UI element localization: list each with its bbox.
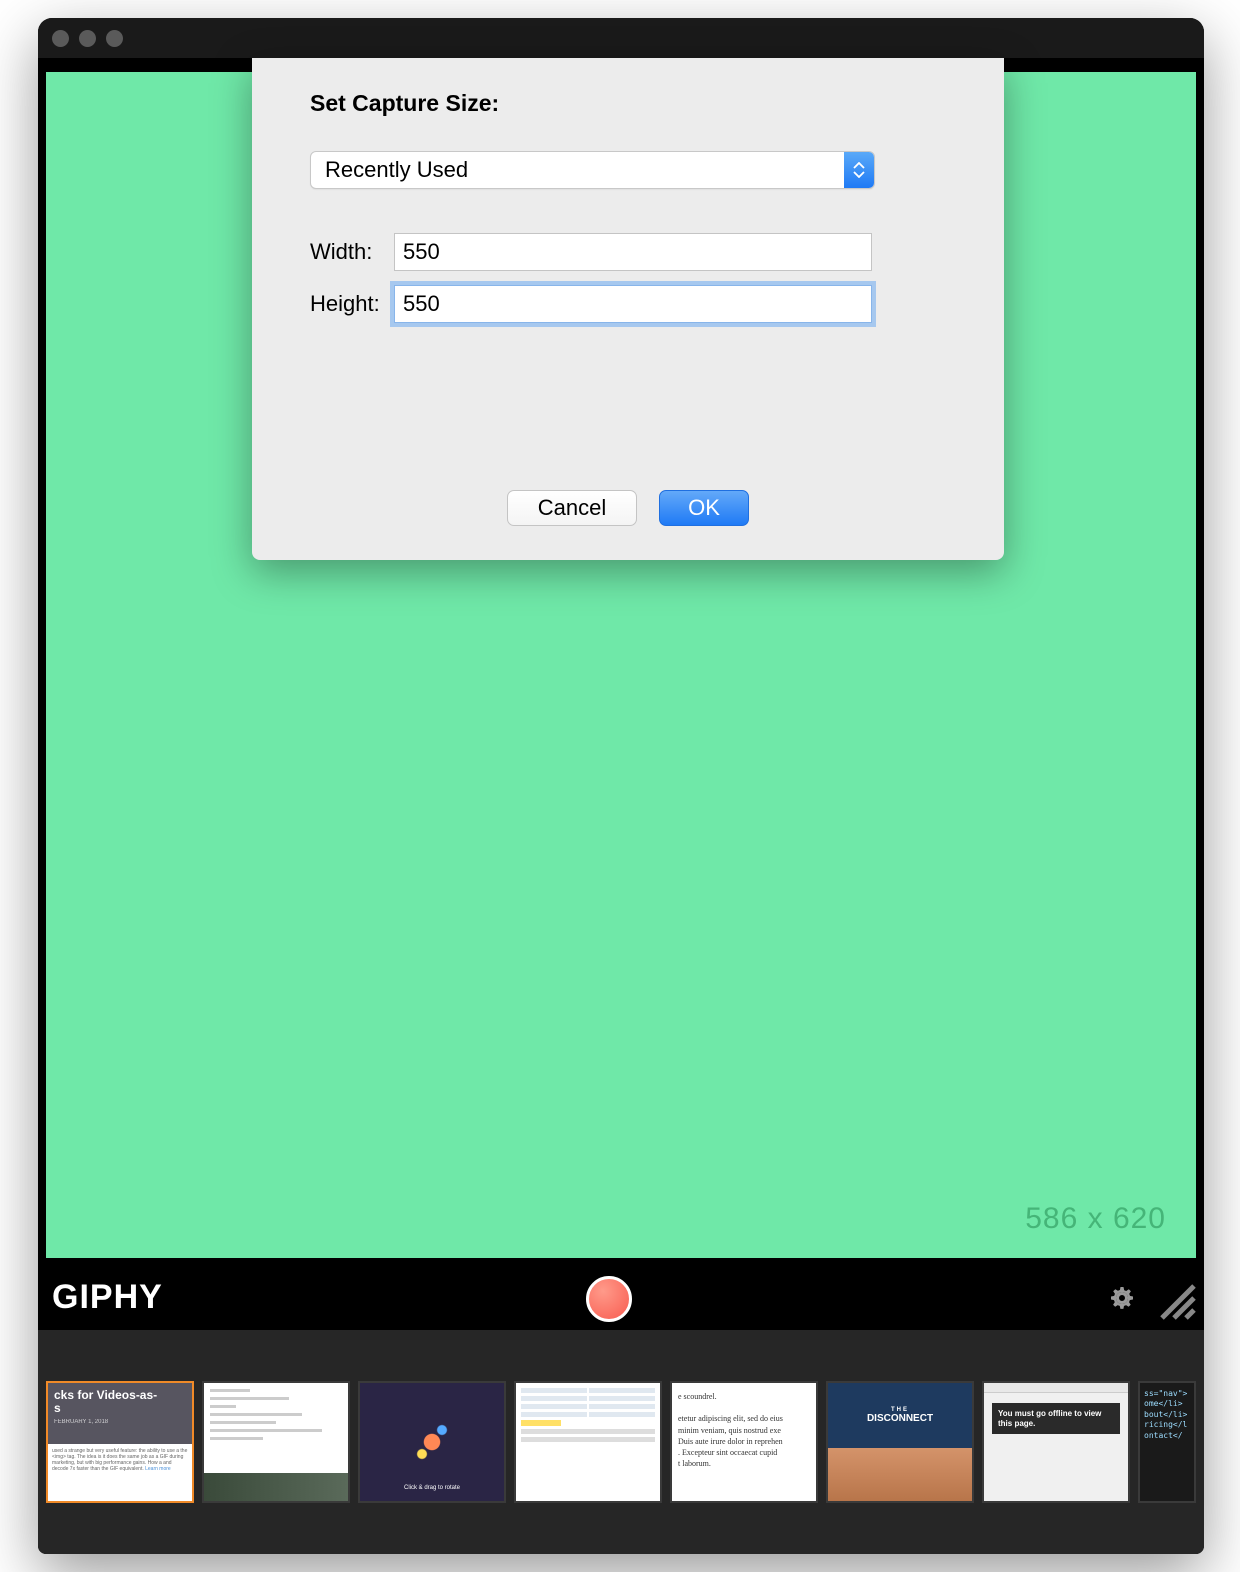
height-input[interactable]: [394, 285, 872, 323]
thumbnail-text: e scoundrel. etetur adipiscing elit, sed…: [678, 1392, 783, 1468]
width-field-row: Width:: [310, 233, 946, 271]
history-thumbnail-strip[interactable]: cks for Videos-as- s FEBRUARY 1, 2018 us…: [38, 1330, 1204, 1554]
app-window: 586 x 620 Set Capture Size: Recently Use…: [38, 18, 1204, 1554]
minimize-window-button[interactable]: [79, 30, 96, 47]
canvas-dimensions-label: 586 x 620: [1025, 1202, 1166, 1236]
thumbnail-item[interactable]: cks for Videos-as- s FEBRUARY 1, 2018 us…: [46, 1381, 194, 1503]
thumbnail-item[interactable]: e scoundrel. etetur adipiscing elit, sed…: [670, 1381, 818, 1503]
height-field-row: Height:: [310, 285, 946, 323]
thumbnail-title: cks for Videos-as- s: [54, 1388, 157, 1415]
thumbnail-title: DISCONNECT: [867, 1413, 933, 1424]
dialog-button-row: Cancel OK: [252, 490, 1004, 526]
gear-icon: [1106, 1282, 1138, 1314]
thumbnail-item[interactable]: [202, 1381, 350, 1503]
dialog-title: Set Capture Size:: [310, 90, 946, 117]
titlebar[interactable]: [38, 18, 1204, 58]
thumbnail-item[interactable]: ss="nav"> ome</li> bout</li> ricing</l o…: [1138, 1381, 1196, 1503]
thumbnail-code: ss="nav"> ome</li> bout</li> ricing</l o…: [1144, 1389, 1187, 1440]
thumbnail-item[interactable]: Click & drag to rotate: [358, 1381, 506, 1503]
thumbnail-item[interactable]: [514, 1381, 662, 1503]
brand-logo: GIPHY: [52, 1278, 163, 1317]
height-label: Height:: [310, 291, 394, 317]
record-button[interactable]: [586, 1276, 632, 1322]
toolbar: GIPHY: [38, 1264, 1204, 1330]
resize-grip[interactable]: [1154, 1278, 1198, 1322]
width-input[interactable]: [394, 233, 872, 271]
width-label: Width:: [310, 239, 394, 265]
thumbnail-date: FEBRUARY 1, 2018: [54, 1419, 186, 1426]
resize-grip-icon: [1154, 1278, 1198, 1322]
thumbnail-message: You must go offline to view this page.: [992, 1403, 1120, 1434]
preset-dropdown[interactable]: Recently Used: [310, 151, 875, 189]
dropdown-toggle-icon: [844, 152, 874, 188]
zoom-window-button[interactable]: [106, 30, 123, 47]
settings-button[interactable]: [1104, 1280, 1140, 1316]
thumbnail-item[interactable]: THE DISCONNECT: [826, 1381, 974, 1503]
close-window-button[interactable]: [52, 30, 69, 47]
ok-button[interactable]: OK: [659, 490, 749, 526]
cancel-button[interactable]: Cancel: [507, 490, 637, 526]
preset-dropdown-value: Recently Used: [325, 157, 468, 183]
thumbnail-item[interactable]: You must go offline to view this page.: [982, 1381, 1130, 1503]
set-capture-size-dialog: Set Capture Size: Recently Used Width: H…: [252, 58, 1004, 560]
